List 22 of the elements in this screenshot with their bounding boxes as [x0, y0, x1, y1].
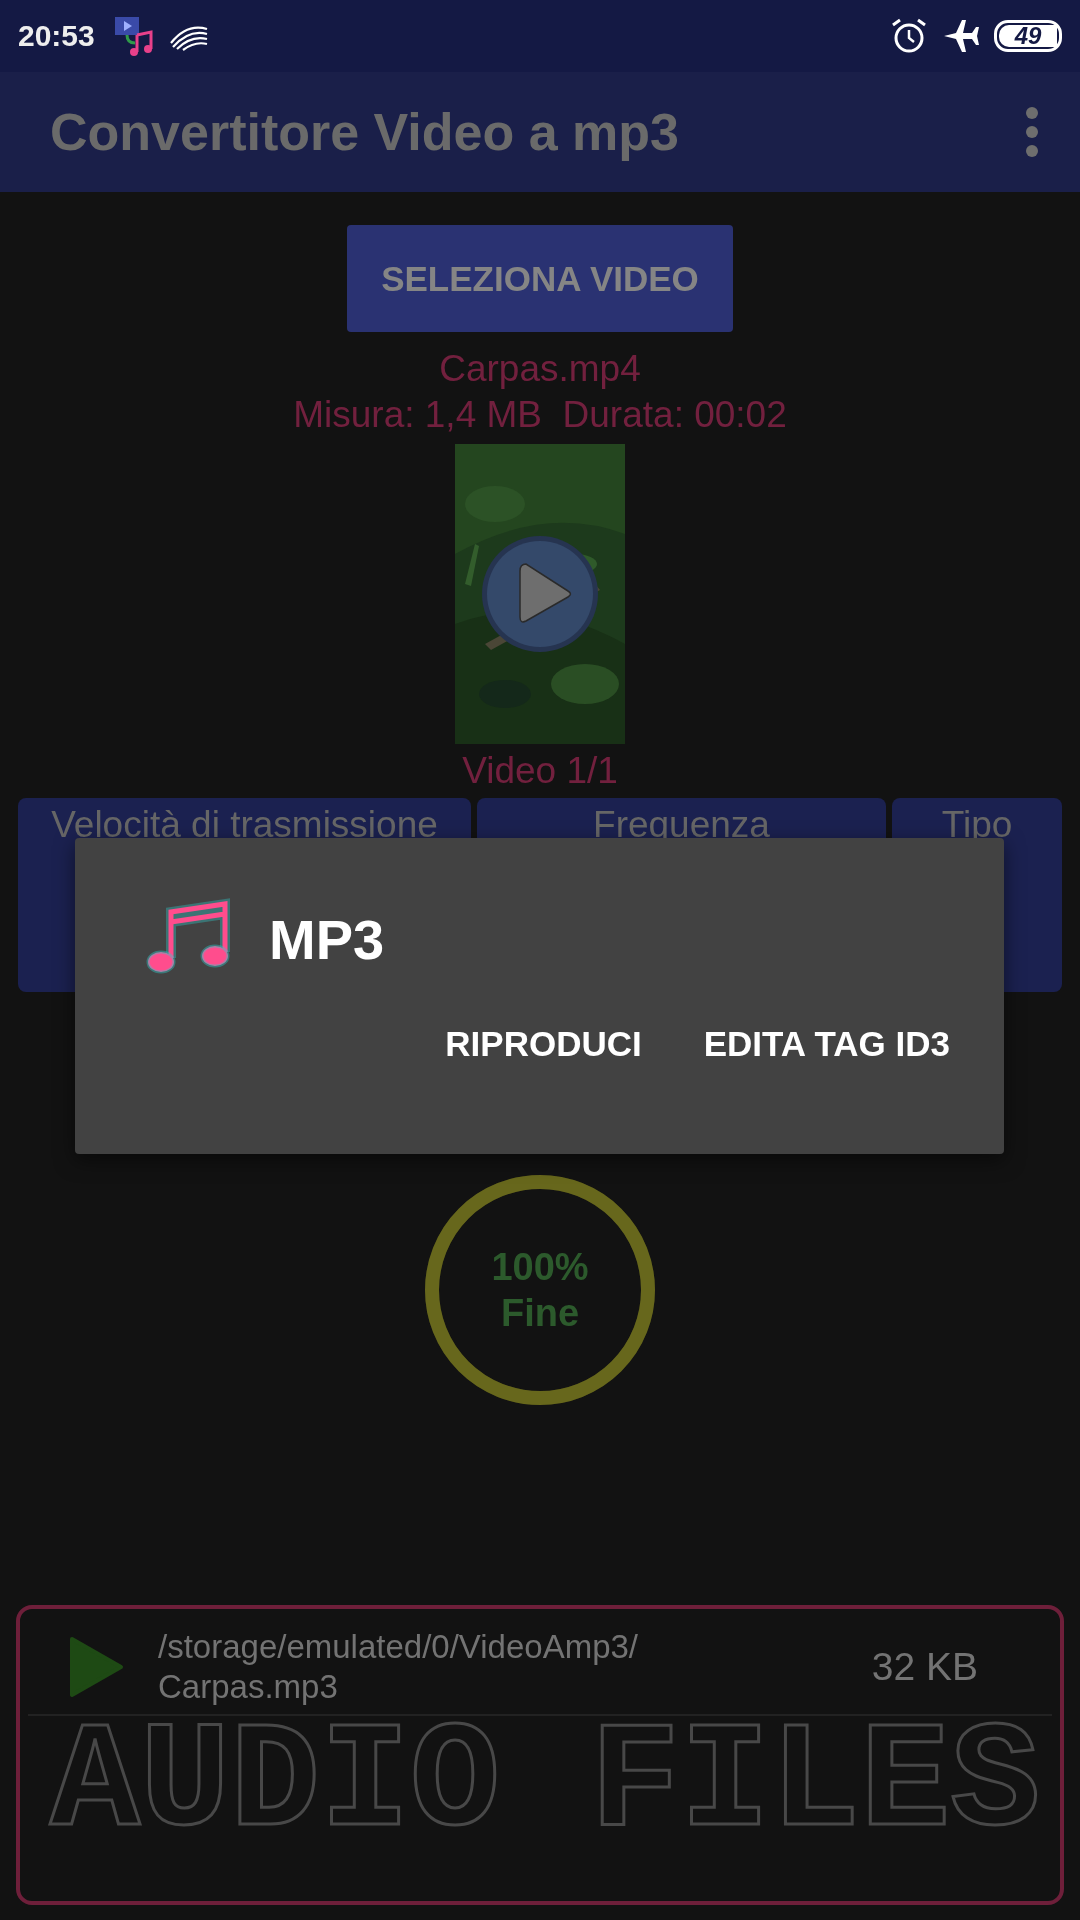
battery-percent: 49	[1014, 22, 1042, 50]
audio-file-name: Carpas.mp3	[158, 1667, 339, 1707]
dialog-button[interactable]: EDITA TAG ID3	[689, 1008, 964, 1080]
more-options-icon[interactable]	[1024, 106, 1040, 158]
alarm-clock-icon	[890, 17, 928, 55]
dialog-title: MP3	[269, 906, 385, 972]
video-to-music-icon	[112, 15, 155, 57]
dialog-button[interactable]: RIPRODUCI	[431, 1008, 656, 1080]
clock: 20:53	[18, 19, 95, 53]
progress-percent: 100%	[491, 1245, 589, 1290]
video-counter: Video 1/1	[462, 749, 618, 793]
play-icon[interactable]	[68, 1636, 124, 1698]
progress-status: Fine	[500, 1291, 580, 1336]
play-button[interactable]	[480, 534, 600, 654]
audio-folder-path: /storage/emulated/0/VideoAmp3/	[158, 1627, 640, 1667]
video-file-name: Carpas.mp4	[439, 347, 641, 391]
video-info: Misura: 1,4 MB Durata: 00:02	[293, 393, 787, 437]
option-label: Frequenza	[593, 804, 770, 846]
audio-file-size: 32 KB	[871, 1645, 978, 1689]
option-label: Velocità di trasmissione	[51, 804, 438, 846]
option-label: Tipo	[941, 804, 1013, 846]
app-title: Convertitore Video a mp3	[50, 102, 679, 162]
